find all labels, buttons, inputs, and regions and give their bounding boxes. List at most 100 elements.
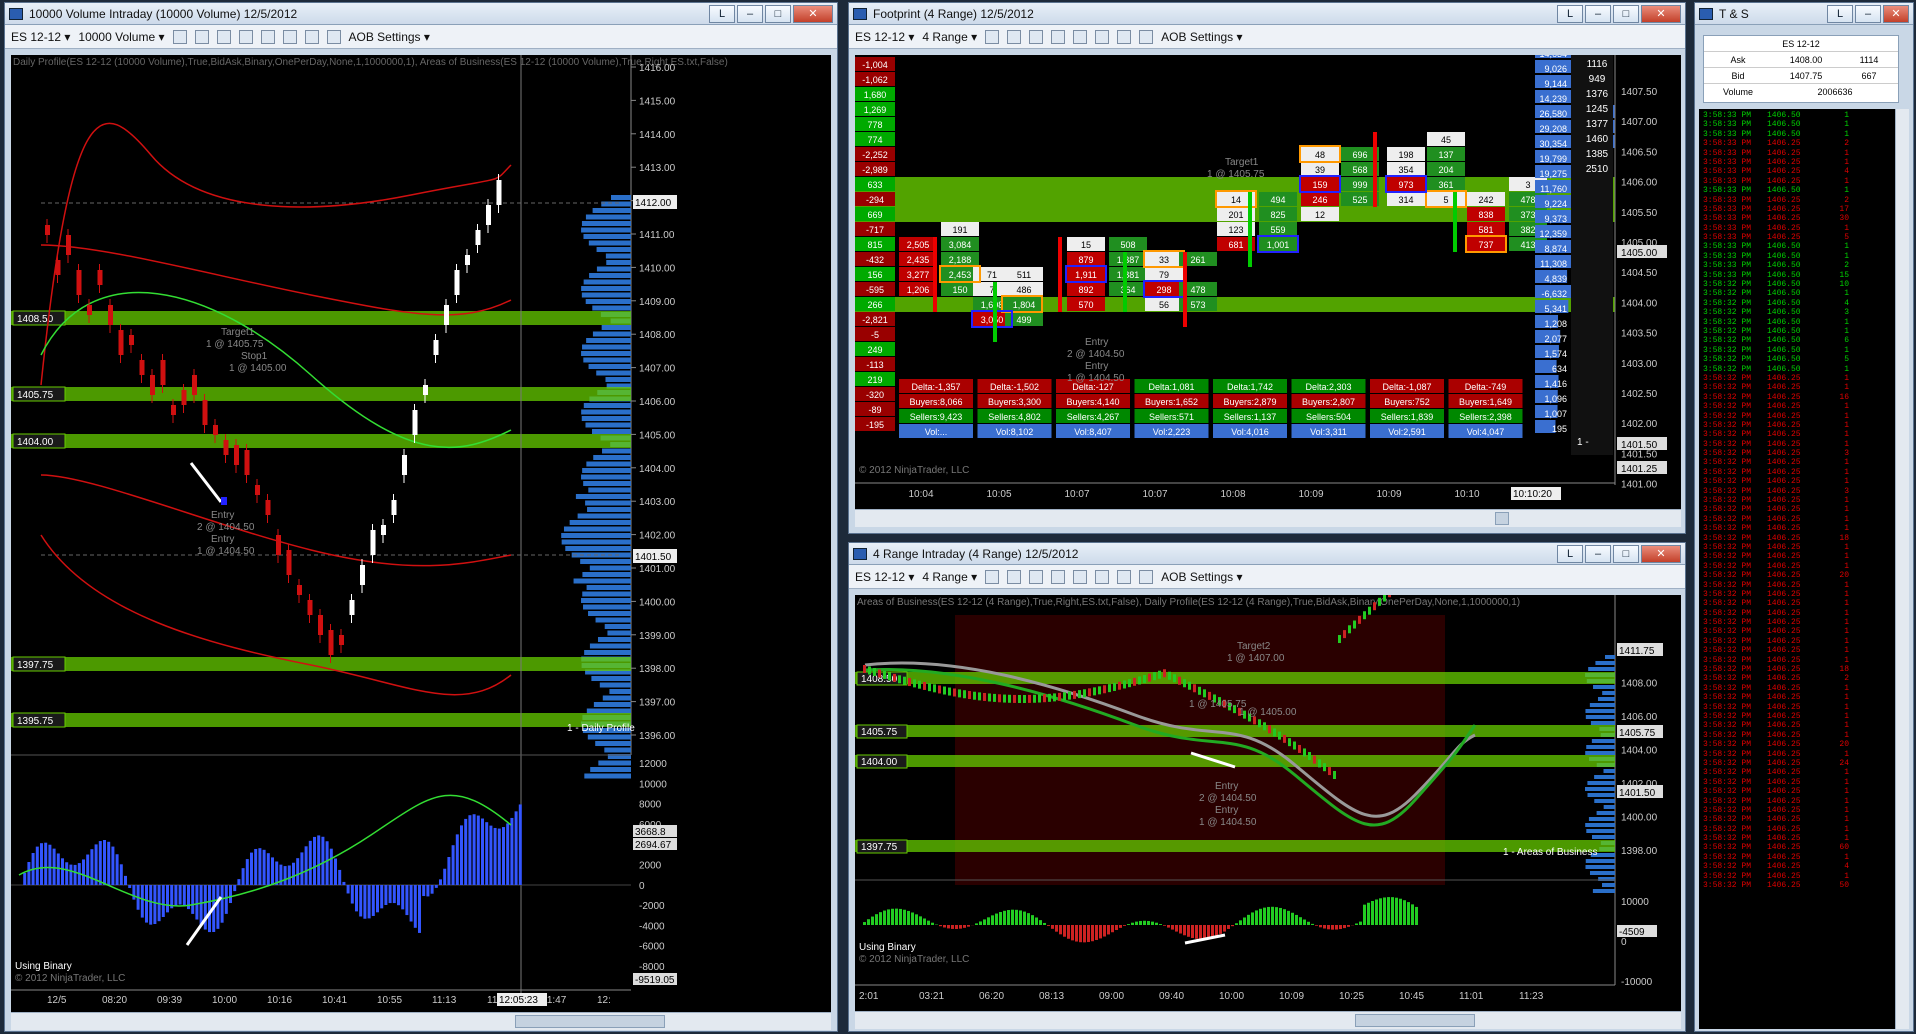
- trade-time: 3:58:33 PM: [1703, 251, 1752, 261]
- zoom-icon[interactable]: [1073, 569, 1088, 584]
- range-chart-scrollbar[interactable]: [855, 1011, 1681, 1029]
- maximize-button[interactable]: □: [1613, 544, 1639, 563]
- period-selector[interactable]: 4 Range ▾: [922, 570, 977, 584]
- trade-price: 1406.25: [1767, 214, 1801, 224]
- trade-time: 3:58:33 PM: [1703, 214, 1752, 224]
- close-button[interactable]: ✕: [1641, 4, 1681, 23]
- trade-time: 3:58:32 PM: [1703, 618, 1752, 628]
- footprint-titlebar[interactable]: Footprint (4 Range) 12/5/2012 L – □ ✕: [849, 3, 1685, 25]
- osc-bar: [1295, 914, 1298, 925]
- crosshair-icon[interactable]: [1051, 29, 1066, 44]
- aob-settings-menu[interactable]: AOB Settings ▾: [1161, 30, 1242, 44]
- footprint-cell-value: 137: [1438, 150, 1453, 160]
- indicators-icon[interactable]: [1095, 569, 1110, 584]
- close-button[interactable]: ✕: [793, 4, 833, 23]
- aob-settings-menu[interactable]: AOB Settings ▾: [1161, 570, 1242, 584]
- trade-size: 1: [1844, 608, 1849, 618]
- stat-cell-value: Sellers:1,137: [1224, 412, 1277, 422]
- ts-trade-list[interactable]: 3:58:33 PM 1406.50 1 3:58:33 PM 1406.50 1 3:58…: [1699, 109, 1895, 1029]
- draw-tool-icon[interactable]: [194, 29, 209, 44]
- link-button[interactable]: L: [709, 4, 735, 23]
- range-chart-titlebar[interactable]: 4 Range Intraday (4 Range) 12/5/2012 L –…: [849, 543, 1685, 565]
- trade-size: 1: [1844, 148, 1849, 158]
- minimize-button[interactable]: –: [1585, 544, 1611, 563]
- trade-size: 1: [1844, 223, 1849, 233]
- volume-chart-titlebar[interactable]: 10000 Volume Intraday (10000 Volume) 12/…: [5, 3, 837, 25]
- bar-type-icon[interactable]: [985, 569, 1000, 584]
- link-button[interactable]: L: [1557, 544, 1583, 563]
- strategy-icon[interactable]: [216, 29, 231, 44]
- volume-chart-scrollbar[interactable]: [11, 1012, 831, 1030]
- minimize-button[interactable]: –: [1585, 4, 1611, 23]
- trade-size: 15: [1839, 270, 1849, 280]
- trade-time: 3:58:32 PM: [1703, 730, 1752, 740]
- indicators-icon[interactable]: [282, 29, 297, 44]
- properties-icon[interactable]: [1117, 29, 1132, 44]
- properties-icon[interactable]: [1117, 569, 1132, 584]
- price-tick-label: 1407.50: [1621, 87, 1658, 98]
- close-button[interactable]: ✕: [1641, 544, 1681, 563]
- candle-body: [55, 260, 61, 275]
- aob-icon[interactable]: [1139, 569, 1154, 584]
- osc-bar: [1211, 925, 1214, 938]
- period-selector[interactable]: 4 Range ▾: [922, 30, 977, 44]
- footprint-canvas[interactable]: -1,004 -1,062 1,680 1,269 778 774 -2,252 -2,989…: [855, 45, 1681, 509]
- indicators-icon[interactable]: [1095, 29, 1110, 44]
- profile-bar: [588, 240, 631, 246]
- draw-tool-icon[interactable]: [1007, 569, 1022, 584]
- osc-bar: [1155, 922, 1158, 925]
- aob-icon[interactable]: [326, 29, 341, 44]
- maximize-button[interactable]: □: [765, 4, 791, 23]
- ts-trade-row: 3:58:32 PM 1406.25 1: [1703, 505, 1849, 514]
- scroll-thumb[interactable]: [515, 1015, 665, 1028]
- instrument-selector[interactable]: ES 12-12 ▾: [855, 570, 914, 584]
- footprint-scrollbar[interactable]: [855, 509, 1681, 527]
- trade-time: 3:58:32 PM: [1703, 496, 1752, 506]
- profile-bar: [591, 676, 631, 681]
- range-candle: [988, 693, 991, 702]
- volume-chart-canvas[interactable]: Daily Profile(ES 12-12 (10000 Volume),Tr…: [11, 55, 831, 1013]
- osc-bar: [514, 811, 518, 885]
- osc-bar: [182, 885, 186, 906]
- crosshair-icon[interactable]: [1051, 569, 1066, 584]
- zoom-icon[interactable]: [260, 29, 275, 44]
- osc-bar: [1203, 925, 1206, 940]
- osc-bar: [1383, 897, 1386, 925]
- osc-bar: [1339, 925, 1342, 930]
- profile-bar: [1587, 793, 1615, 797]
- strategy-icon[interactable]: [1029, 29, 1044, 44]
- zoom-icon[interactable]: [1073, 29, 1088, 44]
- trade-time: 3:58:32 PM: [1703, 552, 1752, 562]
- instrument-selector[interactable]: ES 12-12 ▾: [11, 30, 70, 44]
- trade-size: 1: [1844, 589, 1849, 599]
- close-button[interactable]: ✕: [1883, 4, 1909, 23]
- properties-icon[interactable]: [304, 29, 319, 44]
- footprint-cell-value: 242: [1478, 195, 1493, 205]
- trade-time: 3:58:32 PM: [1703, 749, 1752, 759]
- ts-scrollbar[interactable]: [1895, 109, 1909, 1029]
- aob-icon[interactable]: [1139, 29, 1154, 44]
- strategy-icon[interactable]: [1029, 569, 1044, 584]
- period-selector[interactable]: 10000 Volume ▾: [78, 30, 164, 44]
- scroll-thumb[interactable]: [1355, 1014, 1475, 1027]
- draw-tool-icon[interactable]: [1007, 29, 1022, 44]
- time-tick-label: 10:09: [1298, 489, 1323, 500]
- instrument-selector[interactable]: ES 12-12 ▾: [855, 30, 914, 44]
- scroll-thumb[interactable]: [1495, 512, 1509, 525]
- maximize-button[interactable]: □: [1613, 4, 1639, 23]
- crosshair-icon[interactable]: [238, 29, 253, 44]
- aob-settings-menu[interactable]: AOB Settings ▾: [349, 30, 430, 44]
- ts-trade-row: 3:58:32 PM 1406.25 1: [1703, 618, 1849, 627]
- minimize-button[interactable]: –: [737, 4, 763, 23]
- osc-bar: [1031, 915, 1034, 925]
- trade-price: 1406.25: [1767, 467, 1801, 477]
- bar-type-icon[interactable]: [172, 29, 187, 44]
- minimize-button[interactable]: –: [1855, 4, 1881, 23]
- link-button[interactable]: L: [1557, 4, 1583, 23]
- trade-price: 1406.50: [1767, 251, 1801, 261]
- range-chart-canvas[interactable]: Areas of Business(ES 12-12 (4 Range),Tru…: [855, 543, 1681, 1011]
- link-button[interactable]: L: [1827, 4, 1853, 23]
- ts-titlebar[interactable]: T & S L – ✕: [1695, 3, 1913, 25]
- bar-type-icon[interactable]: [985, 29, 1000, 44]
- profile-bar: [598, 760, 631, 766]
